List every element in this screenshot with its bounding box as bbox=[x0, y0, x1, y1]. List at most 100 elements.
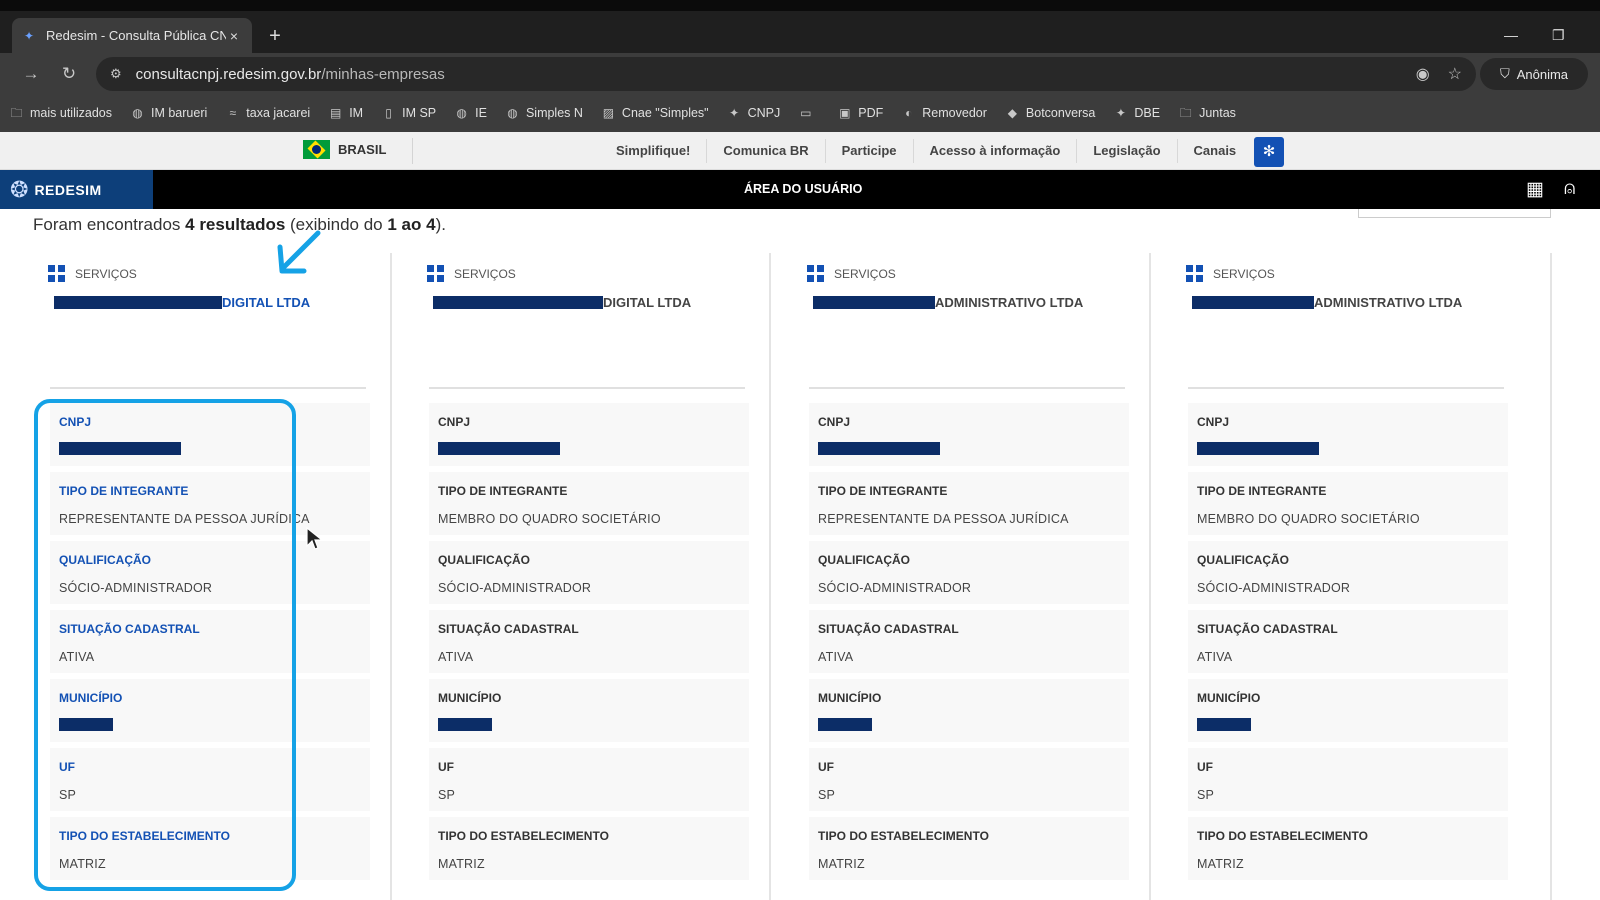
folder-icon: 🗀 bbox=[10, 105, 23, 120]
gov-link[interactable]: Simplifique! bbox=[600, 139, 706, 163]
bookmark-item[interactable]: ≈ taxa jacarei bbox=[216, 99, 319, 127]
services-link[interactable]: SERVIÇOS bbox=[1186, 265, 1275, 282]
gov-links: Simplifique! Comunica BR Participe Acesso à… bbox=[600, 132, 1252, 170]
field-label: TIPO DE INTEGRANTE bbox=[59, 484, 189, 498]
gov-link[interactable]: Legislação bbox=[1076, 139, 1176, 163]
company-name-link[interactable]: DIGITAL LTDA bbox=[433, 295, 691, 310]
services-label: SERVIÇOS bbox=[75, 266, 137, 281]
divider bbox=[1188, 387, 1504, 389]
browser-tab-active[interactable]: ✦ Redesim - Consulta Pública CNI × bbox=[12, 18, 252, 53]
info-field: MUNICÍPIO bbox=[429, 679, 749, 742]
eye-off-icon[interactable]: ◉ bbox=[1416, 64, 1430, 84]
tab-close-icon[interactable]: × bbox=[226, 28, 242, 44]
redesim-header: ❂ REDESIM ÁREA DO USUÁRIO ▦ ⍝ bbox=[0, 170, 1600, 209]
field-label: UF bbox=[818, 760, 834, 774]
bookmark-item[interactable]: ▨ Cnae "Simples" bbox=[592, 99, 718, 127]
company-name-link[interactable]: DIGITAL LTDA bbox=[54, 295, 310, 310]
info-field: QUALIFICAÇÃO SÓCIO-ADMINISTRADOR bbox=[429, 541, 749, 604]
services-link[interactable]: SERVIÇOS bbox=[48, 265, 137, 282]
company-name-link[interactable]: ADMINISTRATIVO LTDA bbox=[813, 295, 1083, 310]
company-name-link[interactable]: ADMINISTRATIVO LTDA bbox=[1192, 295, 1462, 310]
info-field: SITUAÇÃO CADASTRAL ATIVA bbox=[809, 610, 1129, 673]
field-label: QUALIFICAÇÃO bbox=[438, 553, 530, 567]
redesim-logo[interactable]: ❂ REDESIM bbox=[0, 170, 153, 209]
bookmark-item[interactable]: ▤ IM bbox=[319, 99, 372, 127]
field-label: CNPJ bbox=[59, 415, 92, 429]
apps-grid-icon[interactable]: ▦ bbox=[1526, 178, 1544, 201]
star-icon[interactable]: ☆ bbox=[1448, 64, 1462, 84]
bookmark-label: IE bbox=[475, 106, 487, 120]
bookmark-item[interactable]: 🗀 mais utilizados bbox=[0, 99, 121, 127]
gov-link[interactable]: Acesso à informação bbox=[912, 139, 1077, 163]
redacted-name bbox=[54, 296, 222, 309]
services-link[interactable]: SERVIÇOS bbox=[807, 265, 896, 282]
accessibility-icon[interactable]: ✻ bbox=[1254, 137, 1284, 167]
eiss-icon: ▤ bbox=[330, 105, 342, 120]
bookmark-item[interactable]: ✦ DBE bbox=[1104, 99, 1169, 127]
gov-brasil-link[interactable]: BRASIL bbox=[303, 140, 386, 159]
result-count: Foram encontrados 4 resultados (exibindo… bbox=[33, 215, 446, 234]
gov-link[interactable]: Comunica BR bbox=[706, 139, 824, 163]
new-tab-button[interactable]: + bbox=[264, 25, 286, 47]
search-box-edge[interactable] bbox=[1358, 209, 1551, 218]
url-text[interactable]: consultacnpj.redesim.gov.br/minhas-empre… bbox=[136, 66, 1398, 83]
user-icon[interactable]: ⍝ bbox=[1564, 178, 1575, 200]
field-value: SÓCIO-ADMINISTRADOR bbox=[59, 581, 213, 595]
bookmark-label: IM bbox=[349, 106, 364, 120]
bookmark-item[interactable]: 🗀 Juntas bbox=[1169, 99, 1245, 127]
minimize-icon[interactable]: — bbox=[1504, 27, 1518, 43]
field-label: CNPJ bbox=[438, 415, 471, 429]
address-bar[interactable]: ⚙ consultacnpj.redesim.gov.br/minhas-emp… bbox=[96, 57, 1476, 91]
incognito-button[interactable]: ⛉ Anônima bbox=[1480, 58, 1588, 90]
field-value: REPRESENTANTE DA PESSOA JURÍDICA bbox=[59, 512, 310, 526]
field-label: SITUAÇÃO CADASTRAL bbox=[59, 622, 200, 636]
company-card: SERVIÇOS ADMINISTRATIVO LTDA CNPJ TIPO DE I… bbox=[1172, 253, 1512, 900]
field-label: QUALIFICAÇÃO bbox=[59, 553, 151, 567]
gov-link[interactable]: Participe bbox=[824, 139, 913, 163]
redacted-name bbox=[1192, 296, 1314, 309]
bookmark-item[interactable]: ▯ IM SP bbox=[372, 99, 445, 127]
incognito-label: Anônima bbox=[1516, 66, 1569, 82]
bookmark-item[interactable]: ◍ IM barueri bbox=[121, 99, 216, 127]
field-label: TIPO DE INTEGRANTE bbox=[438, 484, 568, 498]
restore-icon[interactable]: ❐ bbox=[1552, 27, 1565, 44]
field-value: MEMBRO DO QUADRO SOCIETÁRIO bbox=[438, 512, 661, 526]
gov-link[interactable]: Canais bbox=[1176, 139, 1253, 163]
bookmark-label: mais utilizados bbox=[30, 106, 112, 120]
logo-text: REDESIM bbox=[34, 181, 102, 198]
bookmark-item[interactable]: ◍ IE bbox=[445, 99, 496, 127]
bookmark-item[interactable]: ◆ Botconversa bbox=[996, 99, 1104, 127]
card-divider bbox=[1149, 253, 1151, 900]
bookmark-item[interactable]: ◐ Removedor bbox=[892, 99, 996, 127]
company-suffix: ADMINISTRATIVO LTDA bbox=[935, 295, 1084, 310]
field-label: TIPO DE INTEGRANTE bbox=[1197, 484, 1327, 498]
bookmark-item[interactable]: ▣ PDF bbox=[828, 99, 892, 127]
divider bbox=[50, 387, 366, 389]
field-label: SITUAÇÃO CADASTRAL bbox=[438, 622, 579, 636]
info-field: TIPO DE INTEGRANTE REPRESENTANTE DA PESSO… bbox=[50, 472, 370, 535]
services-label: SERVIÇOS bbox=[1213, 266, 1275, 281]
services-link[interactable]: SERVIÇOS bbox=[427, 265, 516, 282]
info-field: MUNICÍPIO bbox=[1188, 679, 1508, 742]
field-label: TIPO DO ESTABELECIMENTO bbox=[59, 829, 230, 843]
field-value: MATRIZ bbox=[438, 857, 485, 871]
company-card: SERVIÇOS DIGITAL LTDA CNPJ TIPO DE INTEGRAN… bbox=[413, 253, 753, 900]
field-label: UF bbox=[1197, 760, 1213, 774]
info-field: TIPO DE INTEGRANTE REPRESENTANTE DA PESSO… bbox=[809, 472, 1129, 535]
reload-icon[interactable]: ↻ bbox=[58, 63, 80, 85]
field-value: SÓCIO-ADMINISTRADOR bbox=[438, 581, 592, 595]
field-label: TIPO DO ESTABELECIMENTO bbox=[818, 829, 989, 843]
services-label: SERVIÇOS bbox=[454, 266, 516, 281]
site-settings-icon[interactable]: ⚙ bbox=[110, 66, 122, 82]
info-field: TIPO DO ESTABELECIMENTO MATRIZ bbox=[50, 817, 370, 880]
main-content: Foram encontrados 4 resultados (exibindo… bbox=[0, 209, 1600, 900]
company-card: SERVIÇOS ADMINISTRATIVO LTDA CNPJ TIPO DE I… bbox=[793, 253, 1133, 900]
field-value: REPRESENTANTE DA PESSOA JURÍDICA bbox=[818, 512, 1069, 526]
bookmark-label: Juntas bbox=[1199, 106, 1236, 120]
bookmark-item[interactable]: ✦ CNPJ bbox=[718, 99, 790, 127]
redacted-value bbox=[438, 442, 749, 455]
bookmark-label: Removedor bbox=[922, 106, 987, 120]
forward-icon[interactable]: → bbox=[20, 63, 42, 85]
bookmark-item[interactable]: ▭ bbox=[789, 99, 828, 127]
bookmark-item[interactable]: ◍ Simples N bbox=[496, 99, 592, 127]
